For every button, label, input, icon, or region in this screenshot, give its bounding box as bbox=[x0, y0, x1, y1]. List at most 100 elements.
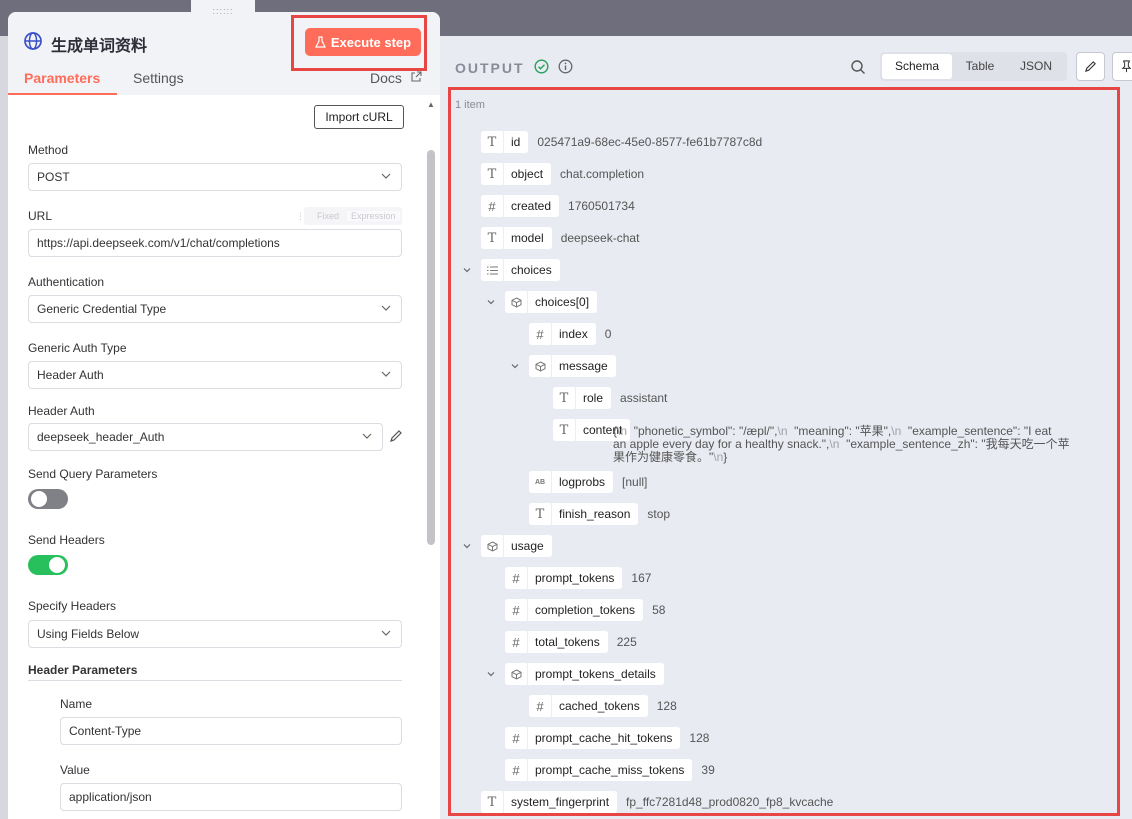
schema-key-pill[interactable]: choices[0] bbox=[505, 291, 598, 313]
send-headers-toggle[interactable] bbox=[28, 555, 68, 575]
schema-value: assistant bbox=[620, 391, 668, 405]
header-name-label: Name bbox=[60, 697, 93, 711]
string-type-icon: T bbox=[481, 227, 504, 249]
schema-key: choices[0] bbox=[535, 295, 590, 309]
scroll-up-arrow[interactable]: ▲ bbox=[427, 100, 435, 109]
content-text: 果作为健康零食。" bbox=[613, 450, 714, 464]
execute-step-label: Execute step bbox=[330, 34, 412, 50]
node-title[interactable]: 生成单词资料 bbox=[51, 32, 147, 56]
schema-key: prompt_cache_hit_tokens bbox=[535, 731, 673, 745]
schema-key-pill[interactable]: Tid bbox=[481, 131, 529, 153]
schema-key: usage bbox=[511, 539, 544, 553]
string-type-icon: T bbox=[529, 503, 552, 525]
generic-auth-type-select[interactable]: Header Auth bbox=[28, 361, 402, 389]
tab-parameters[interactable]: Parameters bbox=[24, 70, 100, 86]
schema-key-pill[interactable]: # created bbox=[481, 195, 560, 217]
object-cube-icon bbox=[481, 535, 504, 557]
fixed-expression-toggle[interactable]: ⋮ Fixed Expression bbox=[296, 207, 402, 225]
content-text: "meaning": "苹果", bbox=[787, 424, 892, 438]
schema-key: created bbox=[511, 199, 552, 213]
header-value-input[interactable]: application/json bbox=[60, 783, 402, 811]
schema-node-cached-tokens: # cached_tokens 128 bbox=[529, 695, 677, 717]
schema-key-pill[interactable]: usage bbox=[481, 535, 552, 557]
object-cube-icon bbox=[505, 291, 528, 313]
authentication-value: Generic Credential Type bbox=[37, 302, 167, 316]
chevron-down-icon[interactable] bbox=[462, 541, 472, 551]
schema-node-model: Tmodel deepseek-chat bbox=[481, 227, 639, 249]
execute-step-button[interactable]: Execute step bbox=[305, 28, 421, 56]
tab-settings[interactable]: Settings bbox=[133, 70, 184, 86]
schema-key-pill[interactable]: message bbox=[529, 355, 616, 377]
escape-newline: \n bbox=[617, 424, 628, 438]
header-auth-value: deepseek_header_Auth bbox=[37, 430, 165, 444]
chevron-down-icon[interactable] bbox=[462, 265, 472, 275]
docs-link[interactable]: Docs bbox=[370, 70, 402, 86]
mode-expression[interactable]: Expression bbox=[347, 211, 400, 221]
active-tab-indicator bbox=[8, 93, 117, 95]
schema-node-prompt-tokens-details: prompt_tokens_details bbox=[505, 663, 664, 685]
schema-key-pill[interactable]: Trole bbox=[553, 387, 612, 409]
content-text: } bbox=[723, 450, 728, 464]
pencil-icon[interactable] bbox=[389, 429, 403, 443]
chevron-down-icon[interactable] bbox=[486, 297, 496, 307]
view-json-button[interactable]: JSON bbox=[1008, 54, 1064, 79]
schema-key-pill[interactable]: # prompt_tokens bbox=[505, 567, 623, 589]
schema-key: object bbox=[511, 167, 544, 181]
schema-value: fp_ffc7281d48_prod0820_fp8_kvcache bbox=[626, 795, 834, 809]
method-label: Method bbox=[28, 143, 69, 157]
schema-key: finish_reason bbox=[559, 507, 631, 521]
url-value: https://api.deepseek.com/v1/chat/complet… bbox=[37, 236, 280, 250]
schema-key-pill[interactable]: AB logprobs bbox=[529, 471, 614, 493]
schema-key-pill[interactable]: Tsystem_fingerprint bbox=[481, 791, 618, 813]
schema-key-pill[interactable]: Tobject bbox=[481, 163, 552, 185]
number-type-icon: # bbox=[505, 759, 528, 781]
pin-output-button[interactable] bbox=[1112, 52, 1132, 81]
specify-headers-select[interactable]: Using Fields Below bbox=[28, 620, 402, 648]
scrollbar-thumb[interactable] bbox=[427, 150, 435, 545]
schema-key-pill[interactable]: choices bbox=[481, 259, 560, 281]
schema-value: 1760501734 bbox=[568, 199, 635, 213]
schema-key-pill[interactable]: # total_tokens bbox=[505, 631, 608, 653]
url-input[interactable]: https://api.deepseek.com/v1/chat/complet… bbox=[28, 229, 402, 257]
escape-newline: \n bbox=[713, 450, 724, 464]
schema-node-id: Tid 025471a9-68ec-45e0-8577-fe61b7787c8d bbox=[481, 131, 762, 153]
schema-key-pill[interactable]: # completion_tokens bbox=[505, 599, 644, 621]
schema-key: logprobs bbox=[559, 475, 606, 489]
schema-key-pill[interactable]: prompt_tokens_details bbox=[505, 663, 664, 685]
search-icon[interactable] bbox=[850, 59, 866, 75]
specify-headers-value: Using Fields Below bbox=[37, 627, 140, 641]
panel-drag-handle[interactable]: :::::: bbox=[191, 0, 255, 24]
mode-fixed[interactable]: Fixed bbox=[313, 211, 343, 221]
toggle-knob bbox=[31, 491, 47, 507]
schema-key-pill[interactable]: # prompt_cache_miss_tokens bbox=[505, 759, 693, 781]
pencil-icon bbox=[1084, 61, 1096, 73]
edit-output-button[interactable] bbox=[1076, 52, 1105, 81]
schema-node-object: Tobject chat.completion bbox=[481, 163, 644, 185]
content-value: {\n "phonetic_symbol": "/æpl/",\n "meani… bbox=[613, 425, 1125, 464]
schema-node-prompt-cache-hit-tokens: # prompt_cache_hit_tokens 128 bbox=[505, 727, 709, 749]
view-table-button[interactable]: Table bbox=[952, 54, 1008, 79]
schema-key: message bbox=[559, 359, 608, 373]
import-curl-button[interactable]: Import cURL bbox=[314, 105, 404, 129]
info-icon[interactable] bbox=[558, 59, 573, 74]
schema-key-pill[interactable]: # prompt_cache_hit_tokens bbox=[505, 727, 681, 749]
chevron-down-icon[interactable] bbox=[486, 669, 496, 679]
chevron-down-icon[interactable] bbox=[510, 361, 520, 371]
schema-node-usage: usage bbox=[481, 535, 552, 557]
schema-node-index: # index 0 bbox=[529, 323, 611, 345]
output-title: OUTPUT bbox=[455, 60, 525, 76]
header-auth-select[interactable]: deepseek_header_Auth bbox=[28, 423, 383, 451]
schema-key-pill[interactable]: Tfinish_reason bbox=[529, 503, 639, 525]
view-schema-button[interactable]: Schema bbox=[882, 54, 952, 79]
schema-key-pill[interactable]: Tmodel bbox=[481, 227, 552, 249]
schema-node-created: # created 1760501734 bbox=[481, 195, 635, 217]
header-name-input[interactable]: Content-Type bbox=[60, 717, 402, 745]
authentication-select[interactable]: Generic Credential Type bbox=[28, 295, 402, 323]
schema-value: 39 bbox=[701, 763, 715, 777]
send-query-parameters-toggle[interactable] bbox=[28, 489, 68, 509]
schema-key-pill[interactable]: # cached_tokens bbox=[529, 695, 648, 717]
external-link-icon bbox=[411, 71, 422, 82]
method-select[interactable]: POST bbox=[28, 163, 402, 191]
string-type-icon: T bbox=[481, 791, 504, 813]
schema-key-pill[interactable]: # index bbox=[529, 323, 596, 345]
